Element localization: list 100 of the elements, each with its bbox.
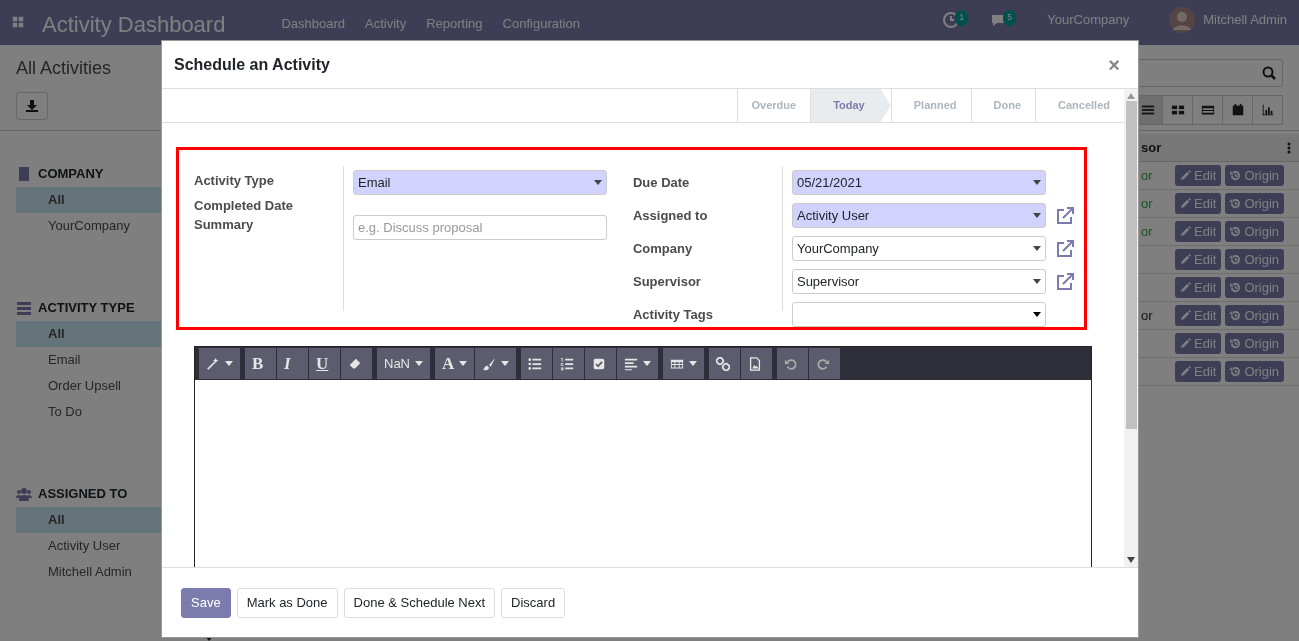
origin-button[interactable]: Origin	[1225, 333, 1285, 354]
italic-button[interactable]: I	[277, 348, 308, 379]
history-icon	[1230, 338, 1242, 349]
origin-button[interactable]: Origin	[1225, 305, 1285, 326]
select-field[interactable]: Email	[353, 170, 607, 195]
stage-step[interactable]: Today	[810, 89, 891, 122]
align-left-button[interactable]	[617, 348, 659, 379]
footer-button[interactable]: Done & Schedule Next	[343, 587, 496, 618]
edit-button[interactable]: Edit	[1175, 193, 1222, 214]
link-button[interactable]	[709, 348, 741, 379]
paintbrush-button[interactable]	[475, 348, 517, 379]
history-icon	[1230, 310, 1242, 321]
column-header[interactable]: sor	[1139, 137, 1175, 158]
footer-button[interactable]: Mark as Done	[236, 587, 338, 618]
close-button[interactable]: ×	[1102, 53, 1126, 76]
caret-icon	[1032, 213, 1041, 218]
edit-button[interactable]: Edit	[1175, 277, 1222, 298]
menu-link[interactable]: Reporting	[426, 0, 483, 34]
search-icon	[1262, 66, 1276, 81]
section-heading: ASSIGNED TO	[38, 485, 128, 504]
history-icon	[1230, 170, 1242, 181]
edit-button[interactable]: Edit	[1175, 249, 1222, 270]
field-label: Activity Tags	[632, 305, 714, 324]
select-field[interactable]: 05/21/2021	[791, 170, 1046, 195]
pencil-icon	[1180, 198, 1191, 209]
bar-chart-icon	[1260, 103, 1275, 118]
apps-icon	[12, 16, 24, 28]
origin-button[interactable]: Origin	[1225, 221, 1285, 242]
app-title: Activity Dashboard	[42, 11, 226, 39]
pencil-icon	[1180, 254, 1191, 265]
kanban-view-button[interactable]	[1162, 95, 1193, 126]
save-button[interactable]: Save	[181, 587, 231, 618]
undo-icon	[784, 356, 799, 371]
origin-button[interactable]: Origin	[1225, 165, 1285, 186]
users-icon	[16, 486, 32, 502]
origin-button[interactable]: Origin	[1225, 193, 1285, 214]
image-icon	[748, 356, 763, 371]
eraser-button[interactable]	[341, 348, 372, 379]
caret-icon	[1032, 312, 1041, 317]
redo-button[interactable]	[809, 348, 841, 379]
scroll-down-icon[interactable]	[1127, 557, 1135, 563]
count-badge: 5	[1003, 10, 1017, 26]
bold-button[interactable]: B	[245, 348, 276, 379]
table-cell: or	[1141, 223, 1153, 239]
undo-button[interactable]	[777, 348, 809, 379]
magic-wand-button[interactable]	[199, 348, 240, 379]
building-icon	[16, 166, 32, 182]
external-link-button[interactable]	[1055, 238, 1074, 259]
calendar-icon	[1230, 103, 1245, 118]
download-icon	[26, 100, 38, 113]
align-left-icon	[624, 356, 639, 371]
menu-link[interactable]: Dashboard	[281, 0, 346, 34]
origin-button[interactable]: Origin	[1225, 361, 1285, 382]
numbered-list-button[interactable]	[553, 348, 585, 379]
user-menu[interactable]: Mitchell Admin	[1203, 10, 1287, 30]
external-link-icon	[1055, 240, 1074, 259]
select-field[interactable]: YourCompany	[791, 236, 1046, 261]
scrollbar[interactable]	[1124, 89, 1138, 567]
origin-button[interactable]: Origin	[1225, 249, 1285, 270]
table-cell: or	[1141, 195, 1153, 211]
external-link-icon	[1055, 207, 1074, 226]
edit-button[interactable]: Edit	[1175, 305, 1222, 326]
pencil-icon	[1180, 282, 1191, 293]
edit-button[interactable]: Edit	[1175, 333, 1222, 354]
edit-button[interactable]: Edit	[1175, 361, 1222, 382]
download-button[interactable]	[16, 92, 48, 121]
caret-icon	[1032, 279, 1041, 284]
font-color-button[interactable]: A	[435, 348, 475, 379]
footer-button[interactable]: Discard	[501, 587, 566, 618]
checkbox-icon	[592, 356, 607, 371]
select-field[interactable]	[791, 302, 1046, 327]
edit-button[interactable]: Edit	[1175, 165, 1222, 186]
edit-button[interactable]: Edit	[1175, 221, 1222, 242]
bulleted-list-button[interactable]	[521, 348, 553, 379]
select-field[interactable]: Supervisor	[791, 269, 1046, 294]
select-field[interactable]: Activity User	[791, 203, 1046, 228]
checkbox-button[interactable]	[585, 348, 617, 379]
activity-button[interactable]	[943, 12, 960, 28]
field-label: Summary	[194, 215, 255, 234]
font-size-button[interactable]: NaN	[377, 348, 430, 379]
origin-button[interactable]: Origin	[1225, 277, 1285, 298]
underline-button[interactable]: U	[309, 348, 340, 379]
summary-field[interactable]: e.g. Discuss proposal	[353, 215, 607, 240]
field-label: Due Date	[632, 173, 691, 192]
external-link-button[interactable]	[1055, 271, 1074, 292]
pencil-icon	[1180, 226, 1191, 237]
calendar-view-button[interactable]	[1222, 95, 1253, 126]
external-link-icon	[1055, 273, 1074, 292]
count-badge: 1	[955, 10, 969, 26]
eraser-icon	[348, 356, 362, 371]
menu-link[interactable]: Activity	[365, 0, 407, 34]
numbered-list-icon	[560, 356, 575, 371]
menu-link[interactable]: Configuration	[502, 0, 580, 34]
link-icon	[716, 356, 731, 371]
image-button[interactable]	[741, 348, 773, 379]
graph-view-button[interactable]	[1252, 95, 1283, 126]
external-link-button[interactable]	[1055, 205, 1074, 226]
table-button[interactable]	[663, 348, 705, 379]
company-switcher[interactable]: YourCompany	[1047, 10, 1130, 30]
grid-view-button[interactable]	[1192, 95, 1223, 126]
